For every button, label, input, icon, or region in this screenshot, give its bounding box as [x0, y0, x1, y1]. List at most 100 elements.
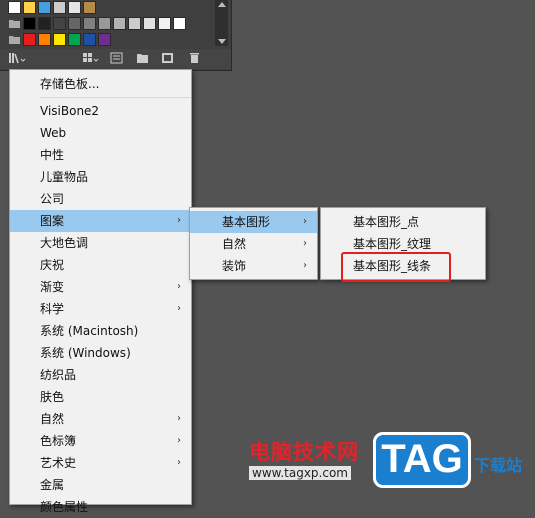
swatch-gray-8[interactable]	[128, 17, 141, 30]
swatch-color-6[interactable]	[98, 33, 111, 46]
submenu-item-0[interactable]: 基本图形 ›	[190, 211, 317, 233]
menu-item-15[interactable]: 肤色	[10, 386, 191, 408]
submenu-item-2[interactable]: 装饰 ›	[190, 255, 317, 277]
menu-item-8[interactable]: 大地色调	[10, 232, 191, 254]
menu-item-label: 存储色板...	[40, 77, 100, 91]
menu-item-9[interactable]: 庆祝	[10, 254, 191, 276]
menu-item-label: 渐变	[40, 280, 65, 294]
swatch-gray-11[interactable]	[173, 17, 186, 30]
menu-item-label: 基本图形_纹理	[353, 237, 432, 251]
menu-item-label: 金属	[40, 478, 65, 492]
menu-item-16[interactable]: 自然 ›	[10, 408, 191, 430]
swatch-row-3	[8, 33, 111, 47]
menu-item-label: Web	[40, 126, 67, 140]
swatch-row-2	[8, 17, 186, 31]
menu-item-label: 基本图形_点	[353, 215, 420, 229]
swatch-library-menu: 存储色板... VisiBone2 Web 中性 儿童物品 公司 图案 › 大地色调 庆祝 渐变 › 科…	[9, 69, 192, 514]
swatch-gray-6[interactable]	[98, 17, 111, 30]
scroll-down-icon[interactable]	[218, 39, 226, 44]
menu-item-label: 大地色调	[40, 236, 89, 250]
menu-item-label: 纺织品	[40, 368, 77, 382]
swatch-scrollbar[interactable]	[215, 0, 228, 46]
library-icon[interactable]	[8, 52, 28, 64]
chevron-right-icon: ›	[303, 260, 307, 271]
new-swatch-icon[interactable]	[161, 52, 174, 64]
menu-item-6[interactable]: 公司	[10, 188, 191, 210]
watermark-side: 下载站	[474, 456, 523, 475]
list-view-icon[interactable]	[110, 52, 123, 64]
watermark-cn: 电脑技术网	[249, 440, 359, 464]
swatch-gray-1[interactable]	[23, 17, 36, 30]
swatch-5[interactable]	[68, 1, 81, 14]
watermark-url: www.tagxp.com	[249, 466, 351, 480]
swatch-2[interactable]	[23, 1, 36, 14]
swatch-6[interactable]	[83, 1, 96, 14]
swatch-color-3[interactable]	[53, 33, 66, 46]
swatch-gray-10[interactable]	[158, 17, 171, 30]
menu-item-7[interactable]: 图案 ›	[10, 210, 191, 232]
menu-item-3[interactable]: Web	[10, 122, 191, 144]
chevron-right-icon: ›	[303, 238, 307, 249]
menu-item-11[interactable]: 科学 ›	[10, 298, 191, 320]
menu-item-4[interactable]: 中性	[10, 144, 191, 166]
chevron-right-icon: ›	[177, 435, 181, 446]
pattern-submenu: 基本图形 › 自然 › 装饰 ›	[189, 207, 318, 280]
swatch-color-2[interactable]	[38, 33, 51, 46]
swatch-color-1[interactable]	[23, 33, 36, 46]
menu-item-label: 公司	[40, 192, 65, 206]
menu-item-label: 肤色	[40, 390, 65, 404]
menu-item-13[interactable]: 系统 (Windows)	[10, 342, 191, 364]
menu-item-label: 图案	[40, 214, 65, 228]
highlight-annotation	[341, 252, 451, 282]
swatch-gray-9[interactable]	[143, 17, 156, 30]
menu-item-label: 自然	[40, 412, 65, 426]
menu-item-2[interactable]: VisiBone2	[10, 100, 191, 122]
scroll-up-icon[interactable]	[218, 2, 226, 7]
menu-item-0[interactable]: 存储色板...	[10, 73, 191, 95]
subsubmenu-item-0[interactable]: 基本图形_点	[321, 211, 485, 233]
folder-icon[interactable]	[8, 33, 21, 46]
chevron-right-icon: ›	[303, 216, 307, 227]
swatch-panel-toolbar	[0, 49, 231, 69]
menu-item-label: 儿童物品	[40, 170, 89, 184]
menu-item-10[interactable]: 渐变 ›	[10, 276, 191, 298]
menu-item-19[interactable]: 金属	[10, 474, 191, 496]
menu-item-18[interactable]: 艺术史 ›	[10, 452, 191, 474]
menu-item-20[interactable]: 颜色属性	[10, 496, 191, 518]
watermark-logo: TAG	[373, 432, 471, 488]
menu-item-label: 系统 (Windows)	[40, 346, 131, 360]
menu-item-label: 基本图形	[222, 215, 271, 229]
menu-item-label: 中性	[40, 148, 65, 162]
swatch-3[interactable]	[38, 1, 51, 14]
menu-item-12[interactable]: 系统 (Macintosh)	[10, 320, 191, 342]
menu-item-17[interactable]: 色标簿 ›	[10, 430, 191, 452]
folder-icon[interactable]	[8, 17, 21, 30]
swatch-row-1	[8, 1, 96, 15]
chevron-right-icon: ›	[177, 413, 181, 424]
watermark-text: 电脑技术网 www.tagxp.com	[245, 436, 373, 488]
swatch-color-5[interactable]	[83, 33, 96, 46]
new-folder-icon[interactable]	[136, 52, 149, 64]
swatch-1[interactable]	[8, 1, 21, 14]
swatch-4[interactable]	[53, 1, 66, 14]
menu-item-14[interactable]: 纺织品	[10, 364, 191, 386]
swatch-color-4[interactable]	[68, 33, 81, 46]
menu-item-label: 艺术史	[40, 456, 77, 470]
swatch-gray-4[interactable]	[68, 17, 81, 30]
swatches-panel	[0, 0, 232, 71]
delete-icon[interactable]	[188, 52, 201, 64]
menu-separator	[40, 97, 191, 98]
swatch-gray-7[interactable]	[113, 17, 126, 30]
menu-item-label: VisiBone2	[40, 104, 100, 118]
menu-item-label: 装饰	[222, 259, 247, 273]
menu-item-label: 科学	[40, 302, 65, 316]
submenu-item-1[interactable]: 自然 ›	[190, 233, 317, 255]
swatch-gray-5[interactable]	[83, 17, 96, 30]
chevron-right-icon: ›	[177, 215, 181, 226]
swatch-options-icon[interactable]	[82, 52, 100, 64]
swatch-gray-2[interactable]	[38, 17, 51, 30]
watermark-logo-text: TAG	[381, 437, 463, 481]
menu-item-label: 系统 (Macintosh)	[40, 324, 139, 338]
swatch-gray-3[interactable]	[53, 17, 66, 30]
menu-item-5[interactable]: 儿童物品	[10, 166, 191, 188]
